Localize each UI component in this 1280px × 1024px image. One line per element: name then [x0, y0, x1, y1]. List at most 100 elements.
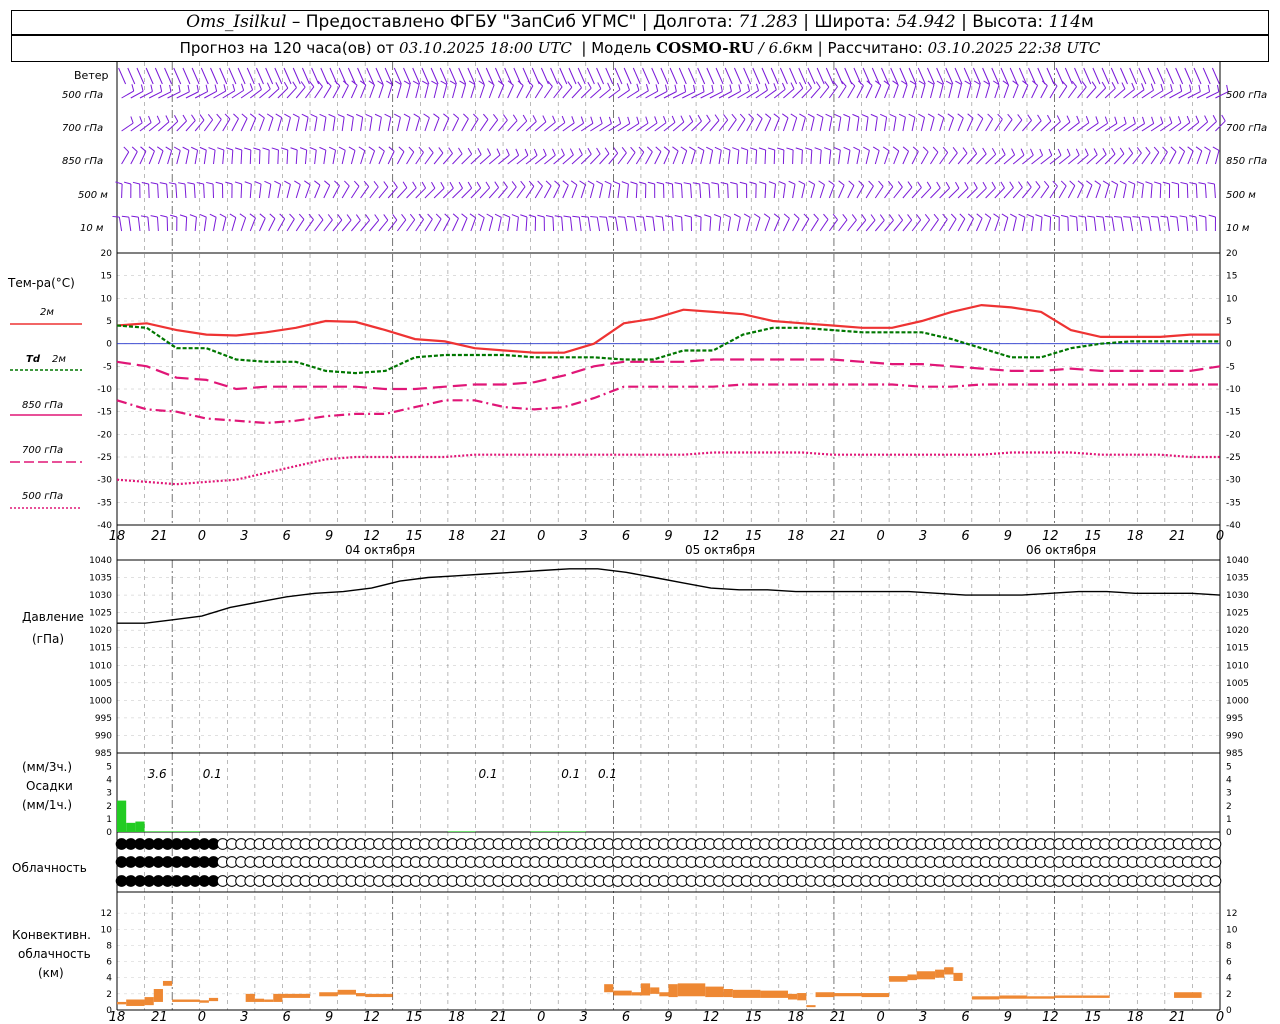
- wind-barb: [360, 150, 366, 165]
- wind-barb: [580, 122, 594, 132]
- wind-barb-flag: [1087, 215, 1095, 218]
- wind-barb: [258, 184, 262, 199]
- wind-barb: [488, 84, 495, 99]
- wind-barb: [743, 67, 752, 85]
- wind-barb: [164, 67, 173, 85]
- wind-barb: [525, 186, 535, 199]
- convective-bar: [806, 1005, 816, 1008]
- wind-barb-flag: [165, 115, 170, 123]
- wind-barb-flag: [1081, 81, 1087, 88]
- wind-barb: [828, 150, 832, 165]
- wind-barb-flag: [1111, 180, 1118, 185]
- wind-barb: [203, 183, 205, 199]
- precip-bar: [117, 800, 127, 832]
- wind-barb-flag: [674, 84, 677, 92]
- wind-barb: [589, 184, 595, 199]
- wind-barb: [1049, 185, 1058, 199]
- wind-barb-flag: [299, 147, 307, 151]
- wind-barb: [488, 217, 494, 232]
- wind-barb: [1031, 186, 1041, 199]
- temp-tick-left: -35: [97, 498, 112, 508]
- temp-tick-right: 5: [1226, 317, 1232, 327]
- wind-barb-flag: [219, 213, 227, 218]
- wind-barb-flag: [503, 181, 508, 188]
- wind-barb-flag: [613, 180, 620, 185]
- wind-barb-flag: [645, 83, 649, 91]
- wind-barb: [792, 88, 804, 99]
- wind-barb: [498, 154, 510, 165]
- wind-barb: [552, 216, 555, 232]
- wind-barb-flag: [383, 214, 389, 221]
- wind-barb-flag: [365, 113, 373, 118]
- wind-barb-flag: [848, 180, 855, 186]
- wind-barb: [185, 216, 188, 232]
- precip-tick-right: 3: [1226, 789, 1232, 799]
- wind-barb: [838, 85, 847, 99]
- wind-barb-flag: [199, 146, 207, 151]
- wind-barb: [470, 154, 482, 165]
- hour-tick-mid: 9: [664, 529, 672, 544]
- wind-barb: [930, 151, 939, 165]
- wind-barb-flag: [528, 214, 536, 218]
- wind-barb-flag: [365, 214, 370, 221]
- wind-barb: [516, 85, 524, 99]
- wind-barb: [755, 149, 758, 165]
- wind-barb: [893, 186, 903, 199]
- wind-barb-flag: [209, 213, 217, 218]
- wind-barb: [1214, 150, 1220, 165]
- wind-barb: [544, 86, 553, 99]
- wind-barb: [994, 154, 1006, 165]
- wind-barb: [304, 117, 309, 132]
- wind-barb-flag: [665, 215, 673, 218]
- wind-barb-flag: [1075, 148, 1080, 156]
- wind-barb: [874, 84, 882, 99]
- wind-barb: [249, 184, 252, 199]
- wind-barb: [1031, 217, 1034, 232]
- pressure-tick-left: 1040: [89, 556, 112, 566]
- wind-barb: [1012, 217, 1017, 232]
- precip-tick-left: 0: [106, 828, 112, 838]
- wind-barb-flag: [711, 84, 714, 92]
- wind-barb-flag: [720, 182, 728, 185]
- convective-bar: [631, 992, 641, 996]
- wind-barb-flag: [630, 146, 636, 153]
- wind-barb: [378, 84, 384, 99]
- wind-barb-flag: [1086, 180, 1093, 186]
- wind-barb: [690, 150, 696, 165]
- wind-barb-flag: [254, 181, 262, 185]
- hour-tick-mid: 18: [448, 529, 465, 544]
- convective-bar: [208, 997, 219, 1002]
- wind-barb-flag: [777, 147, 785, 151]
- wind-barb-flag: [922, 146, 929, 153]
- wind-barb: [847, 219, 857, 232]
- wind-barb-flag: [191, 146, 198, 151]
- wind-barb: [378, 219, 389, 232]
- wind-barb-flag: [196, 84, 199, 92]
- wind-barb: [764, 183, 767, 199]
- wind-barb-flag: [647, 146, 653, 153]
- wind-barb: [562, 86, 573, 99]
- wind-barb: [755, 118, 763, 132]
- wind-barb-flag: [572, 215, 580, 218]
- wind-barb: [442, 153, 453, 165]
- wind-barb: [166, 183, 169, 199]
- convective-bar: [273, 993, 283, 1002]
- wind-barb-flag: [289, 213, 295, 220]
- wind-barb-flag: [833, 146, 841, 151]
- wind-barb-flag: [563, 215, 571, 218]
- wind-barb-flag: [182, 114, 187, 122]
- wind-barb: [513, 67, 522, 85]
- wind-barb-flag: [217, 147, 225, 151]
- wind-barb-flag: [824, 81, 830, 88]
- temp-tick-right: -30: [1226, 476, 1241, 486]
- wind-barb-flag: [301, 113, 309, 118]
- wind-barb-flag: [1114, 116, 1118, 124]
- wind-barb: [167, 121, 179, 132]
- convective-bar: [337, 989, 356, 995]
- wind-barb: [1067, 185, 1076, 199]
- convective-bar: [650, 987, 660, 994]
- wind-barb: [1193, 67, 1202, 85]
- pressure-tick-left: 1035: [89, 574, 112, 584]
- hour-tick-mid: 21: [830, 529, 847, 544]
- wind-barb-flag: [857, 80, 864, 86]
